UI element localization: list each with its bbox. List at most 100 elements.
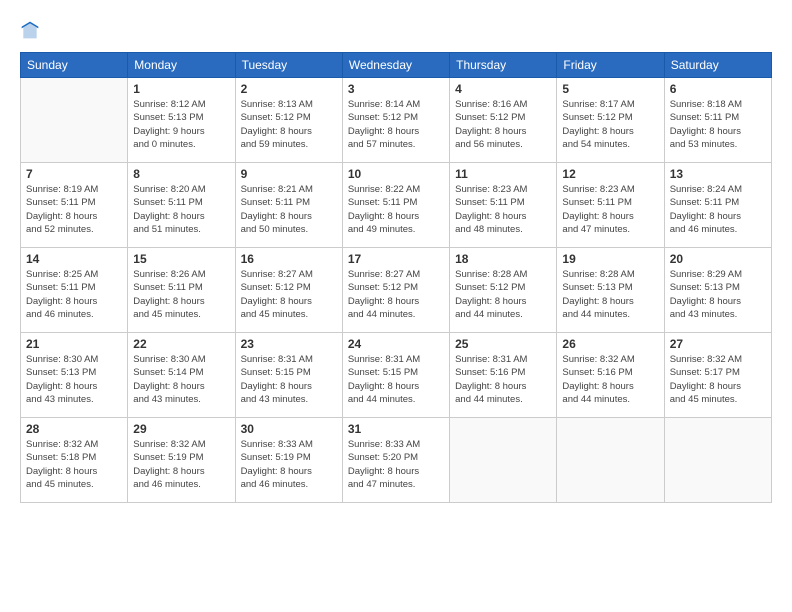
day-number: 26 [562, 337, 658, 351]
day-number: 2 [241, 82, 337, 96]
day-number: 7 [26, 167, 122, 181]
calendar-cell: 5Sunrise: 8:17 AM Sunset: 5:12 PM Daylig… [557, 78, 664, 163]
day-info: Sunrise: 8:32 AM Sunset: 5:19 PM Dayligh… [133, 438, 229, 491]
calendar-cell: 21 Sunrise: 8:30 AM Sunset: 5:13 PM Dayli… [21, 333, 128, 418]
calendar-cell: 24Sunrise: 8:31 AM Sunset: 5:15 PM Dayli… [342, 333, 449, 418]
weekday-header-friday: Friday [557, 53, 664, 78]
day-info: Sunrise: 8:27 AM Sunset: 5:12 PM Dayligh… [348, 268, 444, 321]
day-number: 6 [670, 82, 766, 96]
day-number: 18 [455, 252, 551, 266]
day-info: Sunrise: 8:28 AM Sunset: 5:13 PM Dayligh… [562, 268, 658, 321]
day-info: Sunrise: 8:24 AM Sunset: 5:11 PM Dayligh… [670, 183, 766, 236]
day-info: Sunrise: 8:32 AM Sunset: 5:18 PM Dayligh… [26, 438, 122, 491]
day-info: Sunrise: 8:13 AM Sunset: 5:12 PM Dayligh… [241, 98, 337, 151]
calendar-cell: 18 Sunrise: 8:28 AM Sunset: 5:12 PM Dayli… [450, 248, 557, 333]
day-info: Sunrise: 8:31 AM Sunset: 5:15 PM Dayligh… [348, 353, 444, 406]
header [20, 20, 772, 40]
day-number: 3 [348, 82, 444, 96]
day-info: Sunrise: 8:16 AM Sunset: 5:12 PM Dayligh… [455, 98, 551, 151]
day-info: Sunrise: 8:31 AM Sunset: 5:16 PM Dayligh… [455, 353, 551, 406]
day-info: Sunrise: 8:32 AM Sunset: 5:17 PM Dayligh… [670, 353, 766, 406]
calendar-cell: 17Sunrise: 8:27 AM Sunset: 5:12 PM Dayli… [342, 248, 449, 333]
logo-icon [20, 20, 40, 40]
day-number: 4 [455, 82, 551, 96]
calendar: SundayMondayTuesdayWednesdayThursdayFrid… [20, 52, 772, 503]
calendar-cell: 2 Sunrise: 8:13 AM Sunset: 5:12 PM Daylig… [235, 78, 342, 163]
day-info: Sunrise: 8:31 AM Sunset: 5:15 PM Dayligh… [241, 353, 337, 406]
page: SundayMondayTuesdayWednesdayThursdayFrid… [0, 0, 792, 612]
day-number: 11 [455, 167, 551, 181]
calendar-cell: 31 Sunrise: 8:33 AM Sunset: 5:20 PM Dayli… [342, 418, 449, 503]
calendar-cell: 16 Sunrise: 8:27 AM Sunset: 5:12 PM Dayli… [235, 248, 342, 333]
day-info: Sunrise: 8:14 AM Sunset: 5:12 PM Dayligh… [348, 98, 444, 151]
calendar-cell: 10Sunrise: 8:22 AM Sunset: 5:11 PM Dayli… [342, 163, 449, 248]
calendar-cell: 28 Sunrise: 8:32 AM Sunset: 5:18 PM Dayli… [21, 418, 128, 503]
day-number: 21 [26, 337, 122, 351]
day-info: Sunrise: 8:27 AM Sunset: 5:12 PM Dayligh… [241, 268, 337, 321]
calendar-cell: 14 Sunrise: 8:25 AM Sunset: 5:11 PM Dayli… [21, 248, 128, 333]
calendar-cell: 9Sunrise: 8:21 AM Sunset: 5:11 PM Daylig… [235, 163, 342, 248]
weekday-header-thursday: Thursday [450, 53, 557, 78]
weekday-header-tuesday: Tuesday [235, 53, 342, 78]
calendar-cell: 15Sunrise: 8:26 AM Sunset: 5:11 PM Dayli… [128, 248, 235, 333]
day-info: Sunrise: 8:19 AM Sunset: 5:11 PM Dayligh… [26, 183, 122, 236]
calendar-week-4: 21 Sunrise: 8:30 AM Sunset: 5:13 PM Dayli… [21, 333, 772, 418]
day-number: 30 [241, 422, 337, 436]
day-number: 14 [26, 252, 122, 266]
calendar-cell [664, 418, 771, 503]
day-info: Sunrise: 8:12 AM Sunset: 5:13 PM Dayligh… [133, 98, 229, 151]
day-number: 31 [348, 422, 444, 436]
calendar-week-1: 1 Sunrise: 8:12 AM Sunset: 5:13 PM Daylig… [21, 78, 772, 163]
calendar-cell: 8 Sunrise: 8:20 AM Sunset: 5:11 PM Daylig… [128, 163, 235, 248]
day-number: 10 [348, 167, 444, 181]
day-info: Sunrise: 8:20 AM Sunset: 5:11 PM Dayligh… [133, 183, 229, 236]
calendar-cell: 27 Sunrise: 8:32 AM Sunset: 5:17 PM Dayli… [664, 333, 771, 418]
calendar-cell: 26Sunrise: 8:32 AM Sunset: 5:16 PM Dayli… [557, 333, 664, 418]
calendar-header: SundayMondayTuesdayWednesdayThursdayFrid… [21, 53, 772, 78]
calendar-cell: 22Sunrise: 8:30 AM Sunset: 5:14 PM Dayli… [128, 333, 235, 418]
day-number: 1 [133, 82, 229, 96]
day-number: 22 [133, 337, 229, 351]
calendar-week-2: 7 Sunrise: 8:19 AM Sunset: 5:11 PM Daylig… [21, 163, 772, 248]
calendar-cell: 1 Sunrise: 8:12 AM Sunset: 5:13 PM Daylig… [128, 78, 235, 163]
day-number: 15 [133, 252, 229, 266]
calendar-cell: 7 Sunrise: 8:19 AM Sunset: 5:11 PM Daylig… [21, 163, 128, 248]
day-number: 27 [670, 337, 766, 351]
day-number: 19 [562, 252, 658, 266]
day-info: Sunrise: 8:23 AM Sunset: 5:11 PM Dayligh… [562, 183, 658, 236]
day-number: 12 [562, 167, 658, 181]
day-number: 13 [670, 167, 766, 181]
weekday-header-saturday: Saturday [664, 53, 771, 78]
calendar-cell: 29 Sunrise: 8:32 AM Sunset: 5:19 PM Dayli… [128, 418, 235, 503]
calendar-body: 1 Sunrise: 8:12 AM Sunset: 5:13 PM Daylig… [21, 78, 772, 503]
calendar-cell: 13 Sunrise: 8:24 AM Sunset: 5:11 PM Dayli… [664, 163, 771, 248]
calendar-cell: 11 Sunrise: 8:23 AM Sunset: 5:11 PM Dayli… [450, 163, 557, 248]
day-info: Sunrise: 8:25 AM Sunset: 5:11 PM Dayligh… [26, 268, 122, 321]
weekday-header-monday: Monday [128, 53, 235, 78]
calendar-cell: 4 Sunrise: 8:16 AM Sunset: 5:12 PM Daylig… [450, 78, 557, 163]
calendar-week-3: 14 Sunrise: 8:25 AM Sunset: 5:11 PM Dayli… [21, 248, 772, 333]
day-number: 25 [455, 337, 551, 351]
calendar-cell [450, 418, 557, 503]
day-number: 8 [133, 167, 229, 181]
day-info: Sunrise: 8:33 AM Sunset: 5:20 PM Dayligh… [348, 438, 444, 491]
calendar-cell [21, 78, 128, 163]
logo [20, 20, 44, 40]
calendar-cell [557, 418, 664, 503]
day-info: Sunrise: 8:23 AM Sunset: 5:11 PM Dayligh… [455, 183, 551, 236]
day-number: 20 [670, 252, 766, 266]
day-number: 5 [562, 82, 658, 96]
day-number: 28 [26, 422, 122, 436]
day-info: Sunrise: 8:30 AM Sunset: 5:13 PM Dayligh… [26, 353, 122, 406]
day-info: Sunrise: 8:33 AM Sunset: 5:19 PM Dayligh… [241, 438, 337, 491]
day-number: 23 [241, 337, 337, 351]
day-info: Sunrise: 8:29 AM Sunset: 5:13 PM Dayligh… [670, 268, 766, 321]
day-info: Sunrise: 8:28 AM Sunset: 5:12 PM Dayligh… [455, 268, 551, 321]
day-number: 9 [241, 167, 337, 181]
calendar-cell: 19 Sunrise: 8:28 AM Sunset: 5:13 PM Dayli… [557, 248, 664, 333]
day-number: 29 [133, 422, 229, 436]
calendar-week-5: 28 Sunrise: 8:32 AM Sunset: 5:18 PM Dayli… [21, 418, 772, 503]
calendar-cell: 20 Sunrise: 8:29 AM Sunset: 5:13 PM Dayli… [664, 248, 771, 333]
day-number: 16 [241, 252, 337, 266]
day-info: Sunrise: 8:18 AM Sunset: 5:11 PM Dayligh… [670, 98, 766, 151]
